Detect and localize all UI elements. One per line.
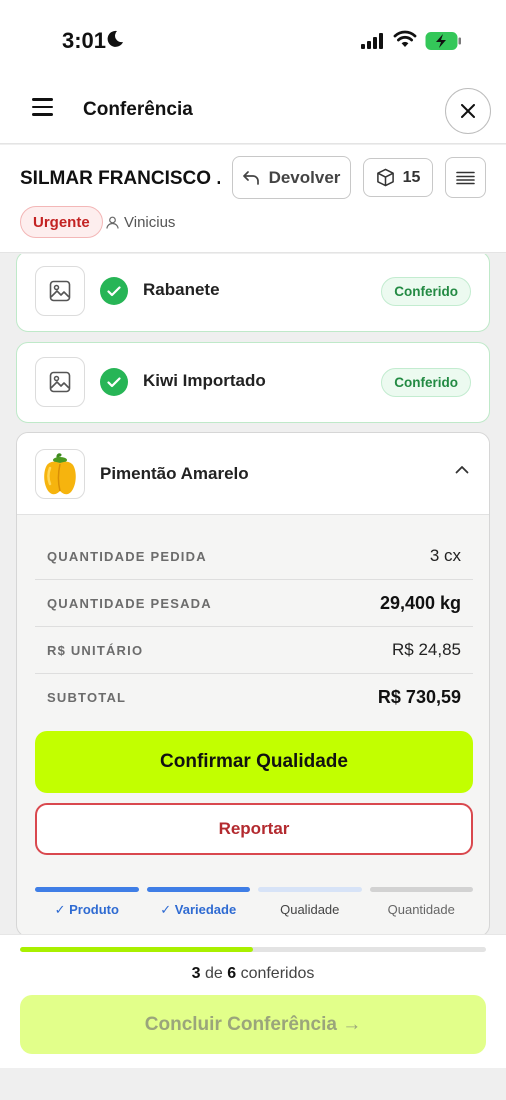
assigned-user: Vinicius (106, 214, 175, 231)
detail-value: R$ 730,59 (377, 687, 461, 707)
status-time: 3:01 (62, 28, 107, 53)
checkmark-icon (100, 368, 128, 396)
close-icon (461, 104, 475, 118)
product-name: Rabanete (143, 280, 220, 299)
detail-row-weighed-quantity: QUANTIDADE PESADA 29,400 kg (35, 580, 473, 627)
chevron-up-icon[interactable] (455, 465, 469, 474)
moon-icon (107, 30, 123, 47)
confirm-quality-button[interactable]: Confirmar Qualidade (35, 731, 473, 793)
app-header: Conferência (0, 78, 506, 144)
check-steps: ✓ Produto ✓ Variedade Qualidade Quantida… (35, 887, 473, 918)
progress-fill (20, 947, 253, 952)
return-button-label: Devolver (268, 167, 341, 187)
progress-suffix: conferidos (240, 965, 315, 982)
step-bar (258, 887, 362, 892)
product-image-placeholder (35, 357, 85, 407)
assigned-user-name: Vinicius (124, 214, 176, 231)
total-count: 6 (227, 965, 237, 982)
detail-row-unit-price: R$ UNITÁRIO R$ 24,85 (35, 627, 473, 674)
detail-label: R$ UNITÁRIO (47, 642, 144, 658)
priority-badge: Urgente (20, 206, 103, 238)
list-icon (456, 171, 475, 184)
menu-icon[interactable] (32, 98, 54, 116)
page-title: Conferência (83, 99, 193, 120)
step-quantity: Quantidade (369, 887, 473, 918)
step-bar (35, 887, 139, 892)
checkmark-icon (100, 277, 128, 305)
detail-value: 29,400 kg (379, 592, 461, 613)
status-badge: Conferido (381, 368, 471, 397)
step-bar (146, 887, 250, 892)
wifi-icon (393, 30, 417, 47)
cellular-signal-icon (361, 33, 383, 49)
box-icon (376, 168, 394, 187)
status-bar: 3:01 (0, 0, 506, 78)
step-label: ✓ Variedade (160, 902, 237, 917)
close-button[interactable] (445, 88, 491, 134)
image-icon (49, 280, 71, 302)
product-name: Kiwi Importado (143, 371, 266, 390)
step-label: ✓ Produto (54, 902, 119, 917)
checked-count: 3 (191, 965, 201, 982)
detail-row-ordered-quantity: QUANTIDADE PEDIDA 3 cx (35, 533, 473, 580)
finish-check-button[interactable]: Concluir Conferência → (20, 995, 486, 1054)
status-badge: Conferido (381, 277, 471, 306)
return-button[interactable]: Devolver (232, 156, 351, 199)
user-icon (106, 216, 119, 229)
battery-charging-icon (425, 32, 461, 50)
product-image (35, 449, 85, 499)
report-button[interactable]: Reportar (35, 803, 473, 855)
detail-label: SUBTOTAL (47, 690, 127, 705)
order-summary: SILMAR FRANCISCO ... Devolver 15 Urgente… (0, 145, 506, 253)
step-bar (369, 887, 473, 892)
detail-value: R$ 24,85 (392, 640, 461, 659)
customer-name: SILMAR FRANCISCO ... (20, 168, 220, 189)
item-details: QUANTIDADE PEDIDA 3 cx QUANTIDADE PESADA… (35, 533, 473, 721)
return-arrow-icon (242, 170, 259, 185)
step-label: Quantidade (387, 902, 455, 917)
step-quality: Qualidade (258, 887, 362, 918)
detail-row-subtotal: SUBTOTAL R$ 730,59 (35, 674, 473, 721)
detail-label: QUANTIDADE PEDIDA (47, 548, 207, 564)
step-variety: ✓ Variedade (146, 887, 250, 918)
step-label: Qualidade (280, 902, 340, 917)
product-image-placeholder (35, 266, 85, 316)
progress-bar (20, 947, 486, 952)
detail-label: QUANTIDADE PESADA (47, 595, 212, 611)
list-menu-button[interactable] (445, 157, 486, 198)
image-icon (49, 371, 71, 393)
of-word: de (204, 965, 223, 982)
progress-text: 3 de 6 conferidos (0, 965, 506, 983)
product-name: Pimentão Amarelo (100, 464, 249, 483)
yellow-pepper-icon (44, 453, 76, 495)
footer: 3 de 6 conferidos Concluir Conferência → (0, 934, 506, 1068)
box-count-button[interactable]: 15 (363, 158, 433, 197)
step-product: ✓ Produto (35, 887, 139, 918)
list-item[interactable]: Kiwi Importado Conferido (16, 342, 490, 423)
box-count: 15 (402, 168, 421, 186)
items-list[interactable]: Rabanete Conferido Kiwi Importado Confer… (0, 254, 506, 934)
detail-value: 3 cx (429, 546, 461, 565)
expanded-item-header[interactable]: Pimentão Amarelo (17, 433, 489, 515)
list-item[interactable]: Rabanete Conferido (16, 254, 490, 332)
expanded-item-card: Pimentão Amarelo QUANTIDADE PEDIDA 3 cx … (16, 432, 490, 934)
